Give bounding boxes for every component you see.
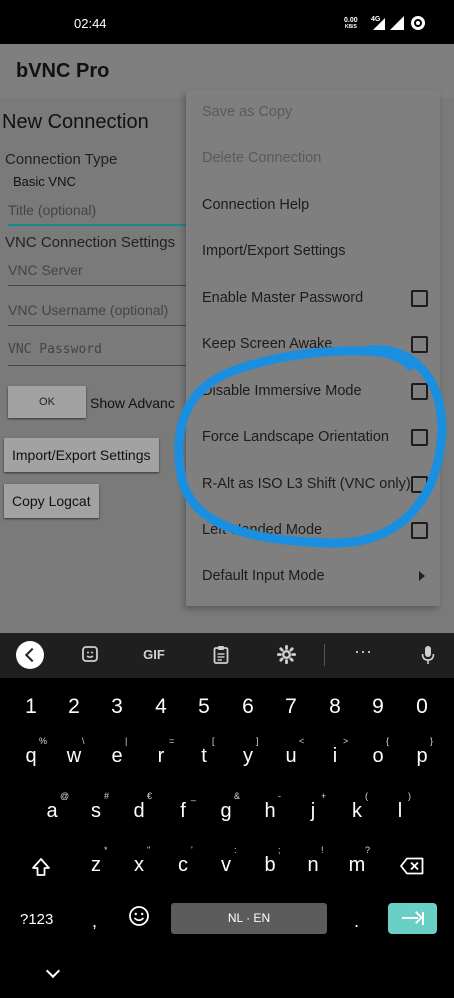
key-b[interactable]: b;: [250, 845, 290, 877]
signal-icon: [373, 18, 385, 30]
key-s[interactable]: s #: [76, 791, 116, 823]
key-8[interactable]: 8: [315, 695, 355, 719]
app-title: bVNC Pro: [16, 60, 110, 82]
settings-icon[interactable]: [273, 645, 299, 668]
disable-immersive-checkbox[interactable]: [411, 383, 428, 400]
more-icon[interactable]: ···: [350, 641, 376, 662]
menu-item-master-password[interactable]: Enable Master Password: [186, 276, 440, 322]
key-x[interactable]: x ": [119, 845, 159, 877]
keep-screen-awake-checkbox[interactable]: [411, 336, 428, 353]
tab-enter-icon: [422, 912, 424, 925]
menu-item-default-input-mode[interactable]: Default Input Mode: [186, 554, 440, 600]
ralt-iso-l3-checkbox[interactable]: [411, 476, 428, 493]
key-5[interactable]: 5: [184, 695, 224, 719]
menu-item-keep-screen-awake[interactable]: Keep Screen Awake: [186, 322, 440, 368]
vnc-settings-label: VNC Connection Settings: [5, 234, 176, 251]
comma-key[interactable]: ,: [92, 911, 97, 932]
copy-logcat-button[interactable]: Copy Logcat: [4, 484, 99, 518]
key-4[interactable]: 4: [141, 695, 181, 719]
key-e[interactable]: e |: [97, 736, 137, 768]
key-2[interactable]: 2: [54, 695, 94, 719]
mic-icon[interactable]: [415, 645, 441, 669]
keyboard-toolbar: GIF ···: [0, 633, 454, 678]
key-v[interactable]: v:: [206, 845, 246, 877]
vnc-password-input[interactable]: VNC Password: [8, 342, 188, 366]
backspace-icon[interactable]: [400, 857, 424, 880]
back-icon[interactable]: [16, 641, 44, 669]
connection-type-select[interactable]: Basic VNC: [13, 174, 76, 189]
menu-item-left-handed[interactable]: Left-Handed Mode: [186, 508, 440, 554]
title-input[interactable]: Title (optional): [8, 202, 188, 226]
left-handed-checkbox[interactable]: [411, 522, 428, 539]
key-p[interactable]: p}: [402, 736, 442, 768]
key-9[interactable]: 9: [358, 695, 398, 719]
hide-keyboard-icon[interactable]: [45, 963, 61, 979]
enter-key[interactable]: [388, 903, 437, 934]
clipboard-icon[interactable]: [208, 645, 234, 668]
overflow-menu: Save as Copy Delete Connection Connectio…: [186, 90, 440, 606]
toolbar-divider: [324, 644, 325, 666]
shift-icon[interactable]: [31, 857, 51, 877]
menu-item-delete-connection[interactable]: Delete Connection: [186, 136, 440, 182]
key-i[interactable]: i >: [315, 736, 355, 768]
key-7[interactable]: 7: [271, 695, 311, 719]
key-g[interactable]: g &: [206, 791, 246, 823]
space-bar[interactable]: NL · EN: [171, 903, 327, 934]
key-r[interactable]: r =: [141, 736, 181, 768]
period-key[interactable]: .: [354, 911, 359, 932]
key-t[interactable]: t[: [184, 736, 224, 768]
key-h[interactable]: h-: [250, 791, 290, 823]
key-q[interactable]: q%: [11, 736, 51, 768]
ok-button[interactable]: OK: [8, 386, 86, 418]
import-export-button[interactable]: Import/Export Settings: [4, 438, 159, 472]
wifi-signal-icon: [390, 16, 404, 30]
status-bar: 02:44 0.00 KB/S 4G: [0, 0, 454, 44]
menu-item-disable-immersive[interactable]: Disable Immersive Mode: [186, 369, 440, 415]
connection-type-label: Connection Type: [5, 151, 118, 168]
gif-icon[interactable]: GIF: [141, 647, 167, 662]
menu-item-import-export[interactable]: Import/Export Settings: [186, 229, 440, 275]
key-3[interactable]: 3: [97, 695, 137, 719]
key-o[interactable]: o{: [358, 736, 398, 768]
network-speed: 0.00 KB/S: [344, 17, 358, 30]
menu-item-force-landscape[interactable]: Force Landscape Orientation: [186, 415, 440, 461]
key-f[interactable]: f _: [163, 791, 203, 823]
key-k[interactable]: k(: [337, 791, 377, 823]
status-time: 02:44: [74, 16, 107, 31]
submenu-arrow-icon: [419, 571, 425, 581]
menu-item-connection-help[interactable]: Connection Help: [186, 183, 440, 229]
key-n[interactable]: n!: [293, 845, 333, 877]
battery-icon: [411, 16, 425, 30]
key-z[interactable]: z *: [76, 845, 116, 877]
key-u[interactable]: u <: [271, 736, 311, 768]
key-1[interactable]: 1: [11, 695, 51, 719]
key-m[interactable]: m?: [337, 845, 377, 877]
key-a[interactable]: a @: [32, 791, 72, 823]
emoji-icon[interactable]: [128, 905, 150, 931]
key-d[interactable]: d €: [119, 791, 159, 823]
key-j[interactable]: j +: [293, 791, 333, 823]
key-6[interactable]: 6: [228, 695, 268, 719]
key-y[interactable]: y]: [228, 736, 268, 768]
symbols-key[interactable]: ?123: [20, 911, 53, 928]
app-window: bVNC Pro New Connection Connection Type …: [0, 44, 454, 633]
menu-item-ralt-iso-l3[interactable]: R-Alt as ISO L3 Shift (VNC only): [186, 462, 440, 508]
master-password-checkbox[interactable]: [411, 290, 428, 307]
page-title: New Connection: [2, 111, 149, 133]
soft-keyboard: GIF ··· 1 2 3 4 5 6 7 8 9 0 q% w \ e | r = …: [0, 633, 454, 998]
menu-item-save-as-copy[interactable]: Save as Copy: [186, 90, 440, 136]
key-l[interactable]: l): [380, 791, 420, 823]
sticker-icon[interactable]: [77, 645, 103, 667]
vnc-username-input[interactable]: VNC Username (optional): [8, 302, 188, 326]
force-landscape-checkbox[interactable]: [411, 429, 428, 446]
key-0[interactable]: 0: [402, 695, 442, 719]
show-advanced-toggle[interactable]: Show Advanc: [90, 395, 175, 411]
key-c[interactable]: c ': [163, 845, 203, 877]
vnc-server-input[interactable]: VNC Server: [8, 262, 188, 286]
key-w[interactable]: w \: [54, 736, 94, 768]
